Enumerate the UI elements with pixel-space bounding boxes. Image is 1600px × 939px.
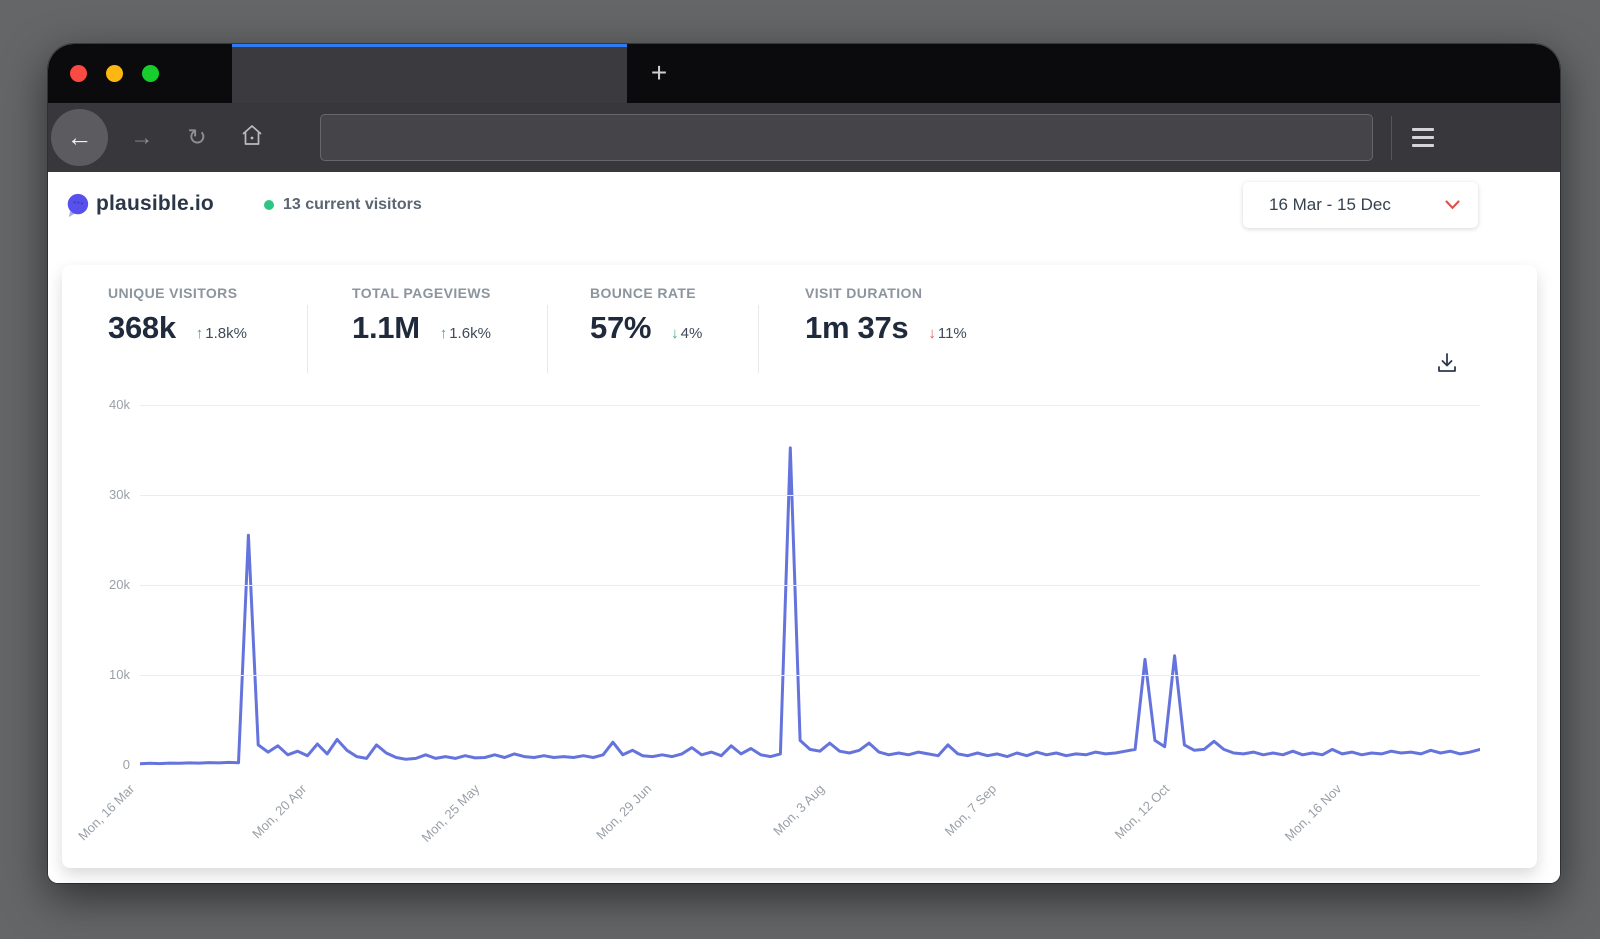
stat-total-pageviews[interactable]: TOTAL PAGEVIEWS 1.1M ↑1.6k% <box>352 285 491 346</box>
maximize-window-button[interactable] <box>142 65 159 82</box>
forward-icon: → <box>131 124 154 150</box>
home-button[interactable] <box>232 123 272 153</box>
stat-value: 1m 37s <box>805 310 908 346</box>
url-bar[interactable] <box>320 114 1373 161</box>
date-range-selector[interactable]: 16 Mar - 15 Dec <box>1243 182 1478 228</box>
x-tick-label: Mon, 7 Sep <box>895 781 999 883</box>
y-tick-label: 40k <box>86 397 130 412</box>
stat-value: 1.1M <box>352 310 420 346</box>
live-dot-icon <box>264 200 274 210</box>
stat-bounce-rate[interactable]: BOUNCE RATE 57% ↓4% <box>590 285 702 346</box>
download-icon <box>1435 351 1459 375</box>
stat-change: ↑1.8k% <box>196 325 247 342</box>
x-tick-label: Mon, 16 Nov <box>1240 781 1344 883</box>
browser-tab[interactable] <box>232 44 627 103</box>
close-window-button[interactable] <box>70 65 87 82</box>
back-icon: ← <box>67 122 93 153</box>
y-tick-label: 10k <box>86 667 130 682</box>
back-button[interactable]: ← <box>51 109 108 166</box>
x-tick-label: Mon, 12 Oct <box>1068 781 1172 883</box>
browser-titlebar: + <box>48 44 1560 103</box>
gridline <box>140 495 1480 496</box>
chevron-down-icon <box>1445 200 1460 210</box>
y-tick-label: 30k <box>86 487 130 502</box>
current-visitors-label: 13 current visitors <box>283 196 422 214</box>
menu-button[interactable] <box>1412 128 1434 147</box>
up-arrow-icon: ↑ <box>196 325 204 342</box>
reload-button[interactable]: ↻ <box>177 124 217 151</box>
dashboard-page: plausible.io 13 current visitors 16 Mar … <box>48 172 1560 883</box>
browser-window: + ← → ↻ <box>48 44 1560 883</box>
stat-value: 368k <box>108 310 176 346</box>
stat-divider <box>758 305 759 373</box>
site-header: plausible.io 13 current visitors 16 Mar … <box>48 172 1560 265</box>
x-tick-label: Mon, 29 Jun <box>551 781 655 883</box>
plausible-logo-icon <box>64 192 90 218</box>
y-tick-label: 20k <box>86 577 130 592</box>
site-name[interactable]: plausible.io <box>96 192 214 216</box>
reload-icon: ↻ <box>187 124 206 150</box>
current-visitors: 13 current visitors <box>264 196 422 214</box>
forward-button[interactable]: → <box>122 124 162 151</box>
home-icon <box>240 123 264 147</box>
stat-change: ↑1.6k% <box>440 325 491 342</box>
traffic-lights <box>70 65 159 82</box>
stat-change: ↓4% <box>671 325 702 342</box>
down-arrow-icon: ↓ <box>928 325 936 342</box>
stat-value: 57% <box>590 310 651 346</box>
x-tick-label: Mon, 20 Apr <box>206 781 310 883</box>
browser-toolbar: ← → ↻ <box>48 103 1560 172</box>
hamburger-icon <box>1412 128 1434 131</box>
stat-change: ↓11% <box>928 325 966 342</box>
up-arrow-icon: ↑ <box>440 325 448 342</box>
gridline <box>140 675 1480 676</box>
visitors-line-plot <box>140 405 1480 771</box>
stat-unique-visitors[interactable]: UNIQUE VISITORS 368k ↑1.8k% <box>108 285 247 346</box>
stat-visit-duration[interactable]: VISIT DURATION 1m 37s ↓11% <box>805 285 967 346</box>
analytics-card: UNIQUE VISITORS 368k ↑1.8k% TOTAL PAGEVI… <box>62 265 1537 868</box>
download-report-button[interactable] <box>1435 351 1459 375</box>
stat-divider <box>547 305 548 373</box>
toolbar-divider <box>1391 116 1392 160</box>
gridline <box>140 405 1480 406</box>
x-tick-label: Mon, 16 Mar <box>48 781 137 883</box>
date-range-label: 16 Mar - 15 Dec <box>1269 195 1445 215</box>
visitors-chart: 40k30k20k10k0Mon, 16 MarMon, 20 AprMon, … <box>62 395 1537 865</box>
x-tick-label: Mon, 3 Aug <box>723 781 827 883</box>
gridline <box>140 585 1480 586</box>
new-tab-button[interactable]: + <box>639 56 679 92</box>
minimize-window-button[interactable] <box>106 65 123 82</box>
stat-divider <box>307 305 308 373</box>
down-arrow-icon: ↓ <box>671 325 679 342</box>
stats-row: UNIQUE VISITORS 368k ↑1.8k% TOTAL PAGEVI… <box>62 285 1537 357</box>
x-tick-label: Mon, 25 May <box>378 781 482 883</box>
y-tick-label: 0 <box>86 757 130 772</box>
